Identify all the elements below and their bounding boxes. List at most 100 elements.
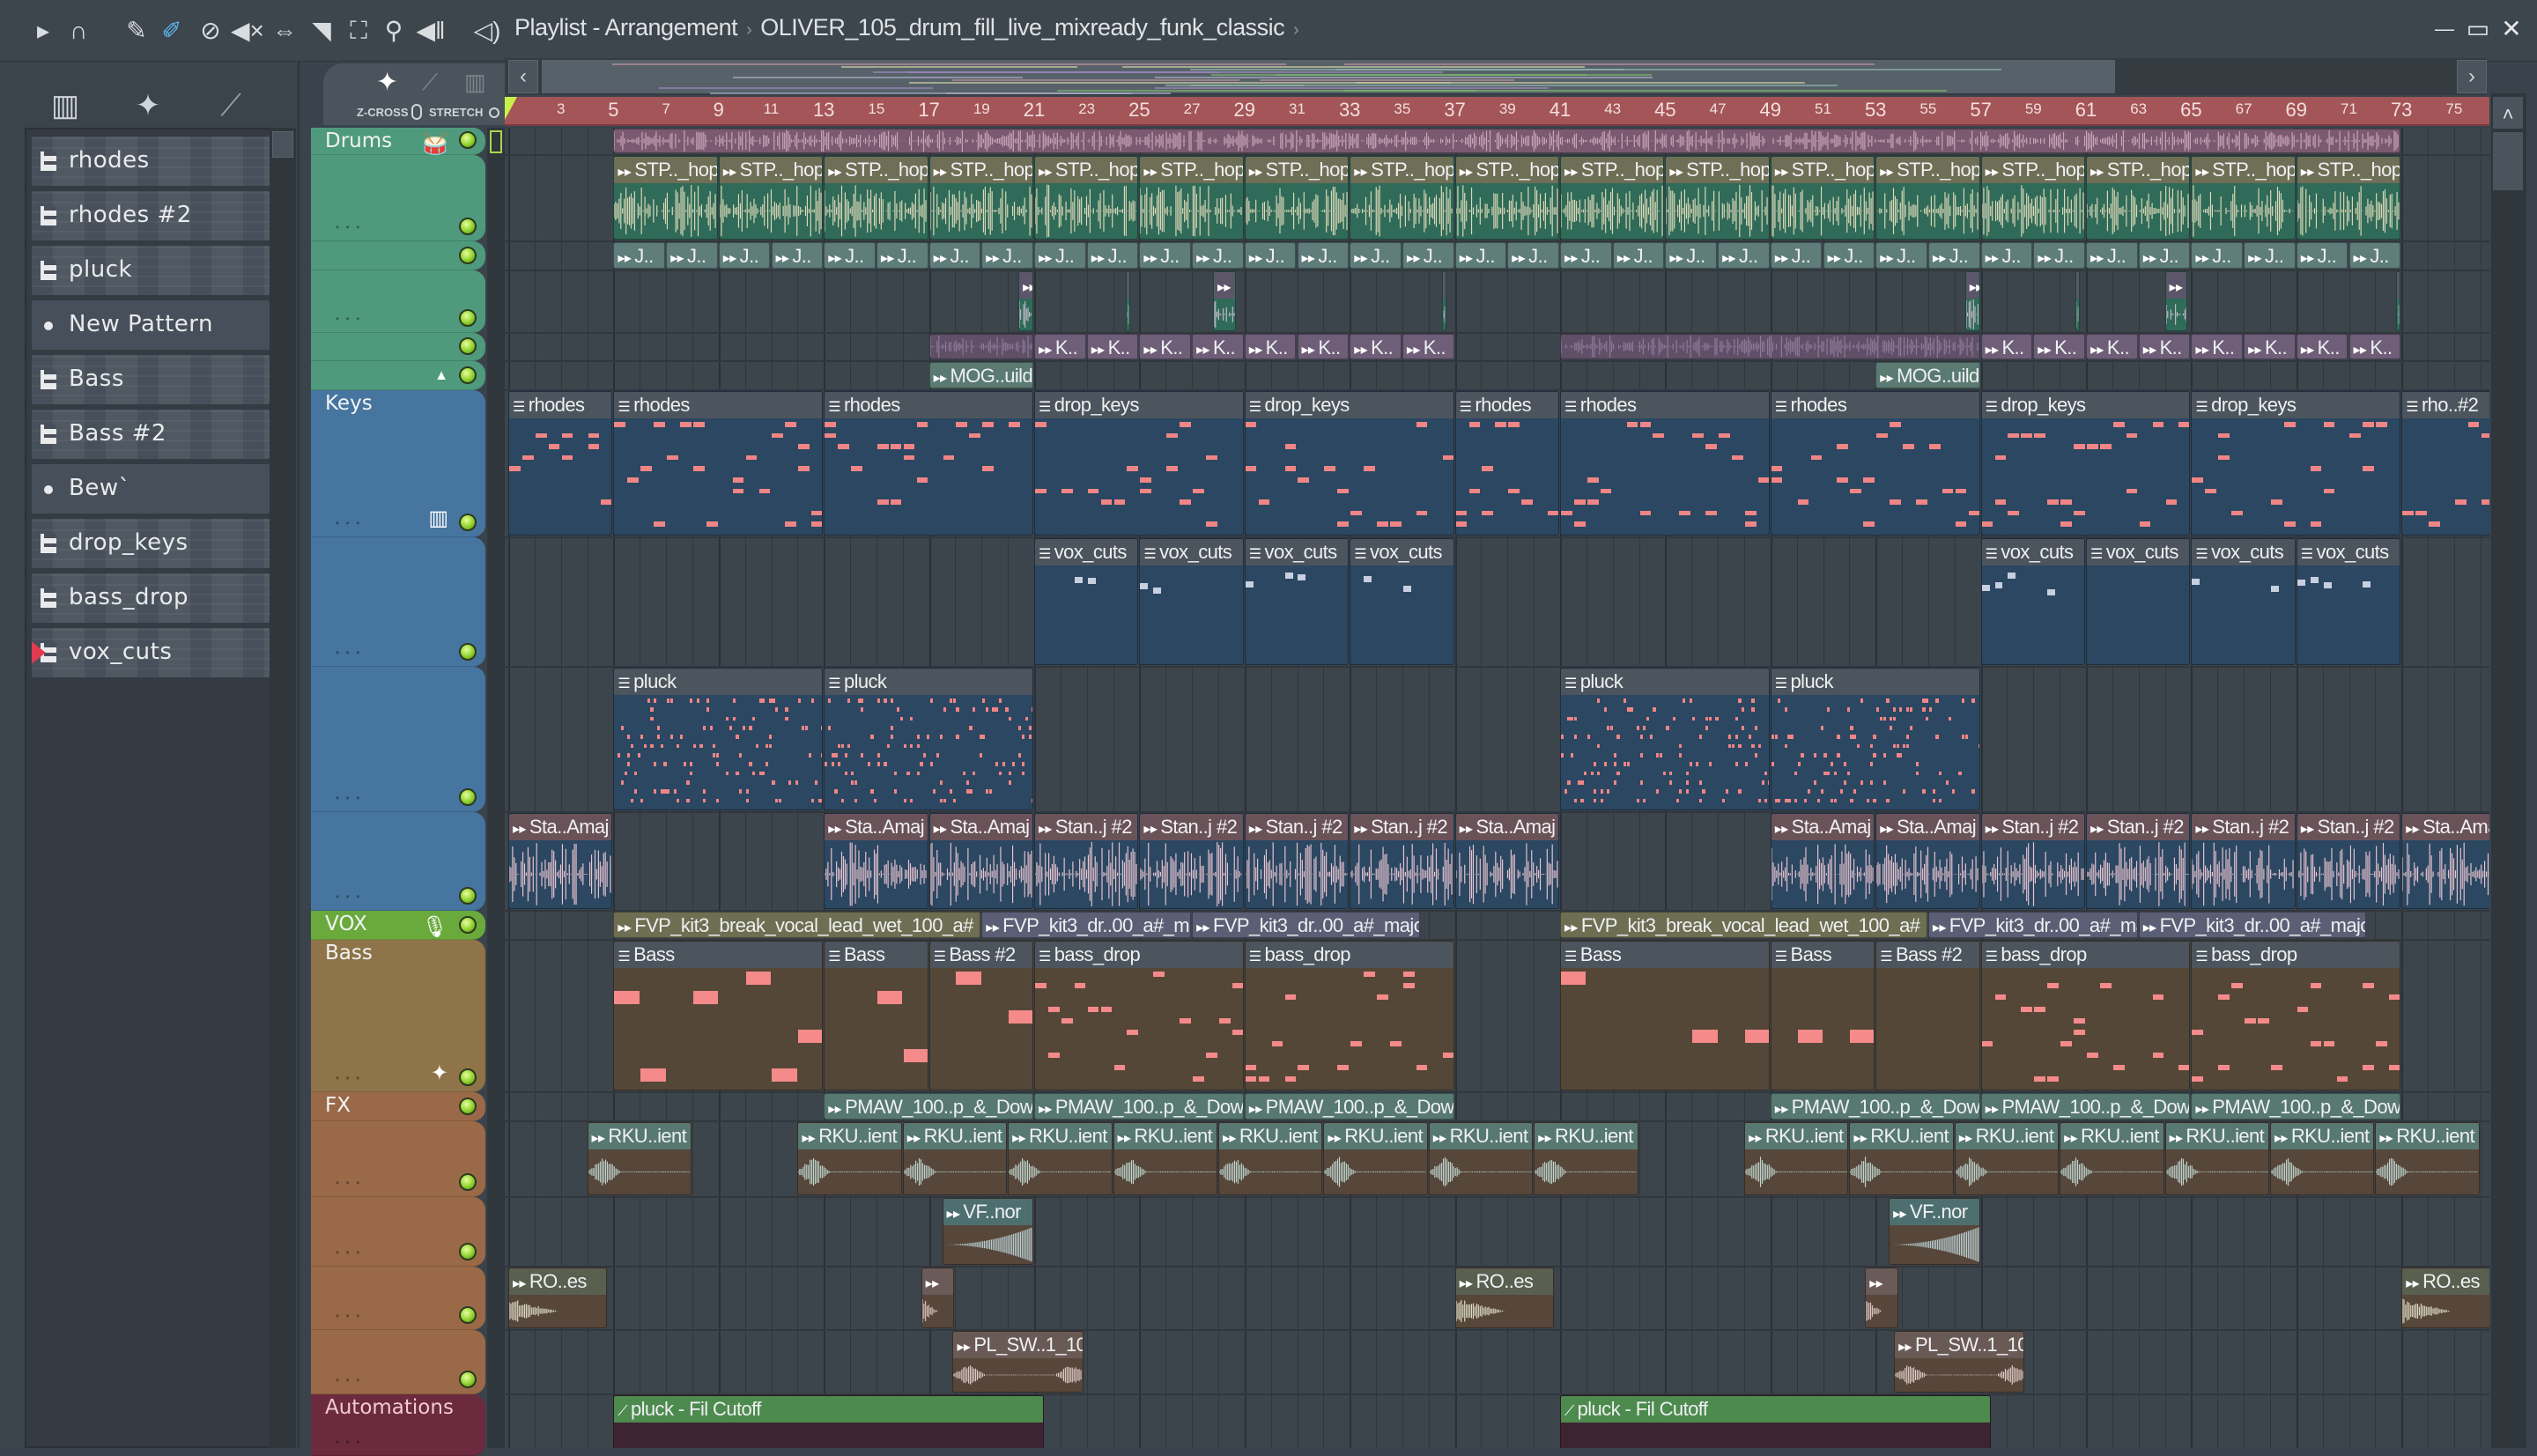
track-header-keys[interactable]: • • • [311,537,485,667]
clip-header[interactable]: ▸▸ Stan..j #2 [2192,814,2295,840]
pattern-clip[interactable]: ☰ vox_cuts [1139,538,1244,665]
clip-header[interactable]: ▸▸ STP.._hop [1245,157,1349,183]
pattern-clip[interactable]: ☰ Bass #2 [928,941,1033,1090]
audio-clip[interactable]: ▸▸ RKU..ient [1428,1122,1534,1195]
clip-header[interactable]: ▸▸ K.. [2192,335,2243,358]
clip-header[interactable]: ▸▸ RKU..ient [2270,1123,2374,1149]
audio-clip[interactable]: ▸▸ RKU..ient [1008,1122,1113,1195]
audio-clip[interactable]: ▸▸ [1126,271,1131,331]
clip-header[interactable]: ▸▸ J.. [1613,243,1664,268]
clip-header[interactable]: ▸▸ [1866,1268,1898,1295]
audio-clip[interactable]: ▸▸ STP.._hop [1350,156,1454,240]
audio-clip[interactable]: ▸▸ J.. [1612,242,1665,269]
pattern-clip[interactable]: ☰ vox_cuts [1244,538,1350,665]
clip-header[interactable]: ▸▸ Stan..j #2 [1245,814,1349,840]
clip-header[interactable]: ▸▸ STP.._hop [2087,157,2190,183]
track-enable-led[interactable] [459,218,477,235]
clip-header[interactable]: ▸▸ K.. [1245,335,1296,358]
clip-header[interactable]: ▸▸ STP.._hop [1350,157,1453,183]
timeline-ruler[interactable]: 3 5 7 9 11 13 15 17 19 21 23 25 27 29 31 33 35 37 39 41 43 45… [505,97,2489,126]
clip-header[interactable]: ▸▸ PMAW_100..p_&_Down [1981,1094,2190,1119]
clip-header[interactable]: ▸▸ J.. [1561,243,1611,268]
scrollbar-thumb[interactable] [2493,132,2523,190]
clip-header[interactable]: ☰ Bass #2 [1876,942,1979,968]
audio-clip[interactable]: ▸▸ PMAW_100..p_&_Down [824,1093,1033,1120]
clip-header[interactable]: ☰ bass_drop [1245,942,1453,968]
audio-clip[interactable]: ▸▸ STP.._hop [1665,156,1770,240]
browser-item[interactable]: rhodes #2 [32,191,270,240]
clip-header[interactable]: ▸▸ J.. [1981,243,2032,268]
clip-header[interactable]: ▸▸ J.. [1928,243,1979,268]
clip-header[interactable]: ▸▸ K.. [2087,335,2137,358]
track-header-fx[interactable]: • • • [311,1197,485,1267]
audio-clip[interactable]: ▸▸ STP.._hop [1139,156,1244,240]
audio-clip[interactable]: ▸▸ J.. [1139,242,1192,269]
audio-clip[interactable]: ▸▸ J.. [2296,242,2348,269]
audio-clip[interactable]: ▸▸ Stan..j #2 [2296,813,2401,909]
audio-clip[interactable]: ▸▸ FVP_kit3_dr..00_a#_major [1192,912,1420,938]
clip-header[interactable]: ▸▸ [1127,272,1130,299]
track-enable-led[interactable] [459,1098,477,1115]
audio-clip[interactable]: ▸▸ J.. [771,242,824,269]
audio-clip[interactable]: ▸▸ J.. [1875,242,1927,269]
clip-header[interactable]: ▸▸ J.. [2087,243,2137,268]
clip-header[interactable]: ▸▸ RO..es [1455,1268,1554,1295]
audio-clip[interactable]: ▸▸ K.. [2348,334,2401,359]
pattern-clip[interactable]: ☰ rho..#2 [2401,391,2489,536]
audio-clip[interactable]: ▸▸Sta..Amaj [1770,813,1875,909]
audio-clip[interactable]: ▸▸ Stan..j #2 [2086,813,2191,909]
audio-clip[interactable]: ▸▸Sta..Amaj [928,813,1033,909]
track-enable-led[interactable] [459,337,477,355]
slip-icon[interactable]: ⇔ [270,16,300,46]
pattern-clip[interactable]: ☰ rhodes [1560,391,1770,536]
pattern-clip[interactable]: ☰ drop_keys [2191,391,2401,536]
clip-header[interactable]: ▸▸ J.. [1455,243,1506,268]
clip-header[interactable]: ▸▸ Stan..j #2 [1140,814,1243,840]
clip-header[interactable]: ▸▸ RKU..ient [2060,1123,2163,1149]
clip-header[interactable]: ▸▸ J.. [1193,243,1243,268]
track-name[interactable]: Automations [325,1396,454,1419]
audio-clip[interactable]: ▸▸ RO..es [508,1268,608,1328]
audio-clip[interactable]: ▸▸ J.. [1034,242,1086,269]
scrollbar-thumb[interactable] [272,131,293,158]
audio-clip[interactable]: ▸▸ Stan..j #2 [1034,813,1139,909]
clip-header[interactable]: ▸▸ J.. [1508,243,1558,268]
track-header-fx[interactable]: • • • [311,1267,485,1330]
track-enable-led[interactable] [459,1243,477,1260]
audio-clip[interactable]: ▸▸ K.. [2138,334,2191,359]
clip-header[interactable]: ▸▸ STP.._hop [2192,157,2295,183]
clip-header[interactable]: ▸▸ J.. [1771,243,1822,268]
clip-header[interactable]: ▸▸ [1442,272,1446,299]
speaker-icon[interactable]: ◁) [472,16,502,46]
pattern-clip[interactable]: ☰ rhodes [824,391,1033,536]
clip-header[interactable]: ▸▸ J.. [1876,243,1927,268]
clip-header[interactable]: ☰ Bass [614,942,823,968]
audio-clip[interactable]: ▸▸ RKU..ient [1743,1122,1849,1195]
audio-clip[interactable]: ▸▸ FVP_kit3_dr..00_a#_ma [1927,912,2138,938]
clip-header[interactable]: ▸▸ STP.._hop [929,157,1032,183]
clip-header[interactable]: ▸▸ PMAW_100..p_&_Down [1245,1094,1453,1119]
audio-clip[interactable]: ▸▸ K.. [1980,334,2033,359]
track-enable-led[interactable] [459,247,477,264]
audio-clip[interactable]: ▸▸ [1018,271,1033,331]
vertical-scrollbar[interactable]: ˄ [2491,93,2526,1448]
clip-header[interactable]: ▸▸Sta..Amaj [1876,814,1979,840]
audio-clip[interactable]: ▸▸ STP.._hop [1875,156,1980,240]
pattern-list-scrollbar[interactable] [270,128,296,1448]
audio-clip[interactable]: ▸▸ STP.._hop [2086,156,2191,240]
clip-header[interactable]: ☰ vox_cuts [1140,539,1243,565]
audio-clip[interactable]: ▸▸ J.. [928,242,981,269]
audio-clip[interactable]: ▸▸ K.. [1350,334,1402,359]
audio-clip[interactable]: ▸▸ K.. [2296,334,2348,359]
clip-header[interactable]: ▸▸ J.. [719,243,770,268]
clip-header[interactable]: ▸▸ FVP_kit3_dr..00_a#_major [2139,913,2366,937]
clip-header[interactable]: ▸▸ FVP_kit3_dr..00_a#_ma [1928,913,2137,937]
track-header-drums[interactable] [311,333,485,361]
browser-item[interactable]: drop_keys [32,519,270,568]
clip-header[interactable]: ▸▸ K.. [1350,335,1401,358]
audio-clip[interactable]: ▸▸ STP.._hop [1560,156,1665,240]
minimize-button[interactable]: — [2431,16,2458,42]
magnet-snap-icon[interactable]: ∩ [63,16,93,46]
clip-header[interactable]: ▸▸ K.. [2245,335,2295,358]
zcross-checkbox[interactable] [411,104,422,120]
